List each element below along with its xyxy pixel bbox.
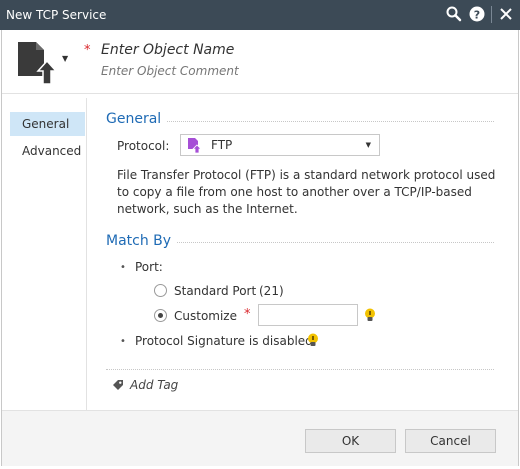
- sidebar-divider: [86, 98, 87, 413]
- customize-port-input[interactable]: [258, 304, 358, 326]
- titlebar-separator: [491, 6, 492, 23]
- header-divider: [2, 93, 518, 94]
- sidebar-item-general[interactable]: General: [10, 112, 85, 136]
- add-tag-link[interactable]: Add Tag: [130, 378, 178, 392]
- object-icon[interactable]: [16, 40, 56, 86]
- help-icon[interactable]: ?: [468, 5, 486, 23]
- search-icon[interactable]: [445, 5, 463, 23]
- object-comment-input[interactable]: Enter Object Comment: [101, 64, 239, 78]
- chevron-down-icon[interactable]: ▼: [62, 54, 68, 63]
- close-icon[interactable]: [497, 5, 515, 23]
- sidebar: General Advanced: [10, 112, 85, 166]
- protocol-description: File Transfer Protocol (FTP) is a standa…: [117, 168, 496, 216]
- required-mark: *: [244, 307, 251, 322]
- protocol-value: FTP: [211, 138, 233, 152]
- protocol-label: Protocol:: [117, 139, 170, 153]
- match-by-section-title: Match By: [106, 233, 172, 249]
- customize-radio[interactable]: [154, 309, 167, 322]
- svg-text:?: ?: [474, 8, 480, 21]
- dialog: ▼ * Enter Object Name Enter Object Comme…: [1, 30, 519, 466]
- standard-port-radio[interactable]: [154, 284, 167, 297]
- required-mark: *: [84, 43, 91, 58]
- bullet: •: [120, 336, 126, 347]
- general-section-title: General: [106, 111, 162, 127]
- customize-label: Customize: [174, 309, 237, 323]
- protocol-signature-label: Protocol Signature is disabled: [135, 334, 313, 348]
- bullet: •: [120, 262, 126, 273]
- port-label: Port:: [135, 260, 163, 274]
- ok-button[interactable]: OK: [305, 429, 396, 453]
- tag-icon: [113, 380, 123, 390]
- object-name-input[interactable]: Enter Object Name: [101, 42, 234, 58]
- section-divider: [177, 242, 494, 243]
- lightbulb-icon[interactable]: [307, 333, 319, 347]
- sidebar-item-advanced[interactable]: Advanced: [10, 139, 85, 163]
- dialog-footer: OK Cancel: [2, 410, 518, 466]
- section-divider: [167, 121, 494, 122]
- title-bar: New TCP Service ?: [0, 0, 520, 30]
- object-header: ▼ * Enter Object Name Enter Object Comme…: [2, 30, 518, 90]
- chevron-down-icon: ▼: [365, 141, 371, 149]
- standard-port-label: Standard Port: [174, 284, 257, 298]
- lightbulb-icon[interactable]: [364, 308, 376, 322]
- window-title: New TCP Service: [6, 8, 107, 22]
- section-divider: [106, 369, 494, 370]
- protocol-select[interactable]: FTP ▼: [180, 134, 380, 156]
- standard-port-number: (21): [259, 284, 284, 298]
- cancel-button[interactable]: Cancel: [405, 429, 496, 453]
- ftp-icon: [188, 138, 201, 153]
